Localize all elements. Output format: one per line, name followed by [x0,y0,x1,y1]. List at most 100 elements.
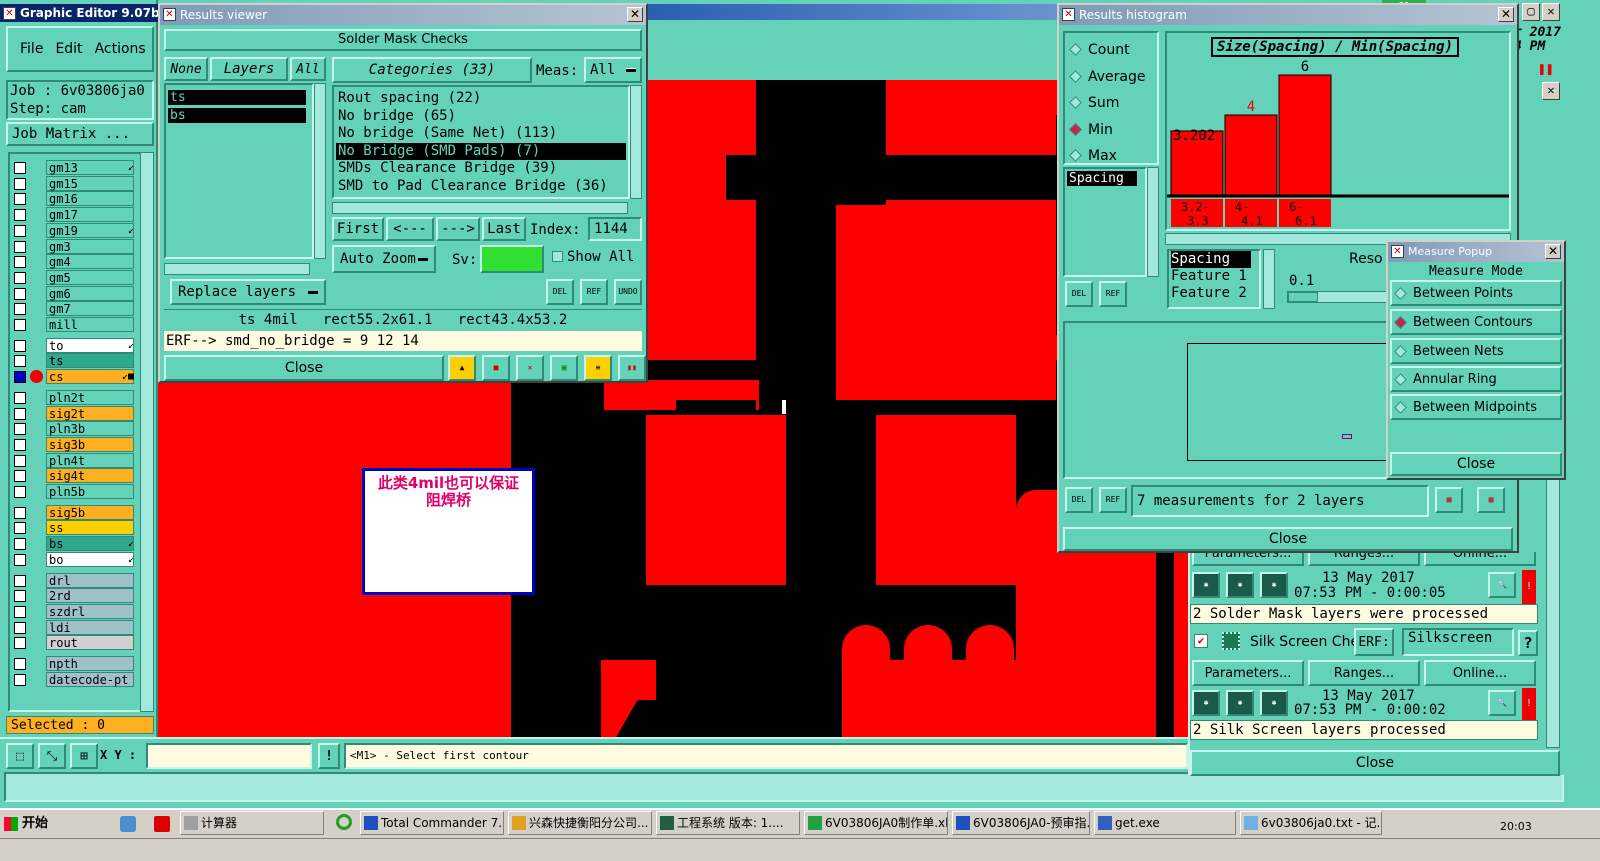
layer-row[interactable]: gm15 [10,175,150,191]
layer-row[interactable]: pln2t [10,389,150,405]
layers-none-button[interactable]: None [164,57,208,81]
plot-icon[interactable]: ▦ [1477,487,1505,513]
layer-checkbox[interactable] [14,177,26,190]
check-mark-icon[interactable]: ✔ [1194,634,1208,648]
zoom-diag-icon[interactable]: ⤡ [38,743,66,769]
ref-icon[interactable]: REF [580,279,608,305]
layer-checkbox[interactable] [14,658,26,670]
export-icon[interactable]: ▦ [1435,487,1463,513]
layer-name[interactable]: sig2t [46,405,134,421]
stat-option-sum[interactable]: Sum [1069,90,1157,117]
mode-annular-ring[interactable]: Annular Ring [1390,366,1562,392]
zoom-window-icon[interactable]: ⬚ [6,743,34,769]
layer-name[interactable]: ss [46,520,134,536]
last-button[interactable]: Last [482,217,526,241]
minimize-button[interactable]: ▢ [1522,3,1540,21]
close-icon[interactable]: ✕ [627,7,643,22]
show-all-checkbox[interactable] [552,251,563,262]
layer-name[interactable]: sig3b [46,436,134,452]
parameters-button[interactable]: Parameters... [1192,552,1304,566]
layer-name[interactable]: pln2t [46,389,134,405]
undo-icon[interactable]: UNDO [614,279,642,305]
category-item-selected[interactable]: No Bridge (SMD Pads) (7) [336,142,626,161]
ie-icon[interactable] [336,814,352,830]
run-icon[interactable]: ✱ [1260,690,1288,716]
run-icon[interactable]: ✱ [1192,690,1220,716]
layer-row[interactable]: bo ↙ [10,551,150,567]
taskbar-item-calculator[interactable]: 计算器 [180,811,324,835]
layer-checkbox[interactable] [14,538,26,551]
layer-name[interactable]: sig4t [46,468,134,484]
layer-name[interactable]: sig5b [46,504,134,520]
run-icon[interactable]: ✱ [1226,690,1254,716]
layer-name[interactable]: drl [46,572,134,588]
layer-name[interactable]: cs [46,369,134,385]
run-icon[interactable]: ✱ [1226,572,1254,598]
taskbar-item-get-exe[interactable]: get.exe [1094,811,1236,835]
layer-name[interactable]: gm7 [46,301,134,317]
layer-row[interactable]: szdrl [10,603,150,619]
layer-checkbox[interactable] [14,605,26,618]
taskbar-item-engineering-system[interactable]: 工程系统 版本: 1.... [656,811,800,835]
layer-checkbox[interactable] [14,590,26,603]
layer-checkbox[interactable] [14,355,26,368]
sv-color-select[interactable] [480,245,544,273]
layer-row[interactable]: bs ↙ [10,536,150,552]
taskbar-item-excel[interactable]: 6V03806JA0制作单.xl... [804,811,948,835]
layer-checkbox[interactable] [14,371,26,384]
mode-between-nets[interactable]: Between Nets [1390,338,1562,364]
layer-row[interactable]: gm5 [10,269,150,285]
layer-row[interactable]: gm4 [10,254,150,270]
layer-checkbox[interactable] [14,193,26,206]
category-item[interactable]: No bridge (Same Net) (113) [336,125,626,143]
layer-checkbox[interactable] [14,574,26,587]
categories-header-button[interactable]: Categories (33) [332,57,532,83]
menu-actions[interactable]: Actions [95,41,146,57]
layer-name[interactable]: bo [46,551,134,567]
stat-option-count[interactable]: Count [1069,37,1157,64]
layer-checkbox[interactable] [14,287,26,300]
layer-name[interactable]: pln4t [46,452,134,468]
layer-checkbox[interactable] [14,522,26,535]
layer-name[interactable]: rout [46,635,134,651]
layer-checkbox[interactable] [14,303,26,316]
layer-row[interactable]: gm3 [10,238,150,254]
online-button[interactable]: Online... [1424,552,1536,566]
erf-value[interactable]: Silkscreen [1402,628,1514,656]
histogram-icon[interactable]: ▮▮ [618,355,646,381]
layer-row[interactable]: sig5b [10,504,150,520]
report-icon[interactable]: ▣ [550,355,578,381]
layer-name[interactable]: gm13 [46,160,134,175]
grid-icon[interactable]: ⊞ [70,743,98,769]
layer-name[interactable]: ts [46,353,134,369]
stat-option-average[interactable]: Average [1069,64,1157,91]
layer-row[interactable]: 2rd [10,588,150,604]
layer-row[interactable]: to ↙ [10,337,150,353]
prev-button[interactable]: <--- [386,217,434,241]
ranges-button[interactable]: Ranges... [1308,660,1420,686]
index-input[interactable]: 1144 [588,217,642,241]
layer-checkbox[interactable] [14,423,26,436]
start-button[interactable]: 开始 [2,813,64,837]
layer-row[interactable]: pln5b [10,484,150,499]
highlight-icon[interactable]: ▲ [448,355,476,381]
quicklaunch-icon[interactable] [120,816,136,832]
layer-name[interactable]: gm3 [46,238,134,254]
del-icon[interactable]: DEL [546,279,574,305]
layer-checkbox[interactable] [14,209,26,222]
layer-checkbox[interactable] [14,454,26,467]
layer-row[interactable]: gm7 [10,301,150,317]
layer-row[interactable]: pln3b [10,421,150,437]
layer-list-scrollbar[interactable] [140,152,154,712]
layer-results-scrollbar[interactable] [314,83,326,259]
layer-name[interactable]: gm5 [46,269,134,285]
layer-row[interactable]: drl [10,572,150,588]
result-layer-item[interactable]: bs [168,108,306,123]
attribute-scrollbar[interactable] [1147,167,1159,277]
taskbar-item-notepad[interactable]: 6v03806ja0.txt - 记... [1240,811,1382,835]
layer-row[interactable]: npth [10,656,150,671]
layer-checkbox[interactable] [14,339,26,352]
layer-name[interactable]: gm15 [46,175,134,191]
ref-icon[interactable]: REF [1099,487,1127,513]
del-icon[interactable]: DEL [1065,281,1093,307]
